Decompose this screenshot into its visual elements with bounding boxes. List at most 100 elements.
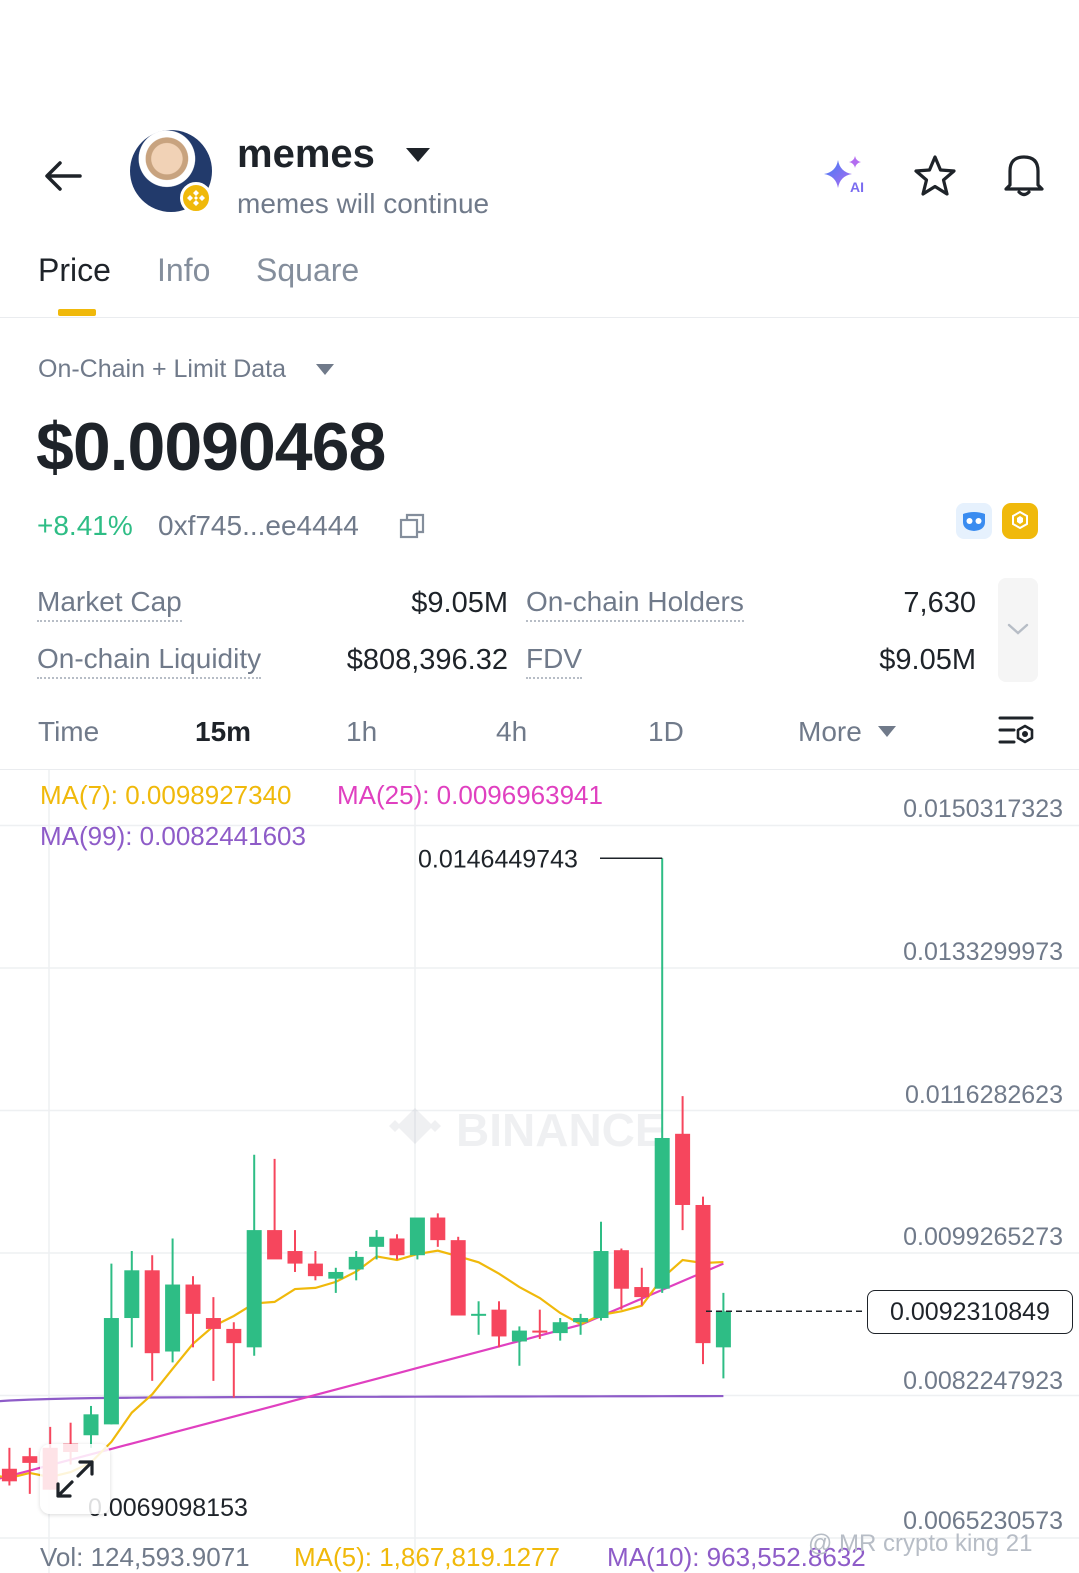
y-axis-tick: 0.0116282623 xyxy=(904,1081,1063,1109)
low-label: 0.0069098153 xyxy=(88,1494,248,1522)
holders-value: 7,630 xyxy=(903,587,976,619)
caret-down-icon[interactable] xyxy=(878,726,896,737)
chevron-down-icon xyxy=(1007,623,1029,635)
market-cap-label[interactable]: Market Cap xyxy=(37,586,182,622)
copy-icon xyxy=(399,513,425,539)
candle xyxy=(634,1287,650,1298)
favorite-button[interactable] xyxy=(909,150,961,202)
price-change: +8.41% xyxy=(37,510,133,541)
candle xyxy=(491,1309,507,1337)
copy-button[interactable] xyxy=(398,512,426,545)
fdv-label[interactable]: FDV xyxy=(526,643,582,679)
candle xyxy=(205,1318,221,1329)
chart-grid xyxy=(0,770,1079,1573)
svg-text:BINANCE: BINANCE xyxy=(456,1104,666,1156)
candle xyxy=(389,1238,405,1256)
interval-1d[interactable]: 1D xyxy=(648,716,684,748)
y-axis-tick: 0.0099265273 xyxy=(903,1223,1063,1251)
active-tab-indicator xyxy=(58,309,96,316)
holders-label[interactable]: On-chain Holders xyxy=(526,586,744,622)
fullscreen-button[interactable] xyxy=(40,1444,110,1514)
candle xyxy=(471,1313,487,1316)
interval-more[interactable]: More xyxy=(798,716,862,748)
candle xyxy=(287,1251,303,1264)
y-axis-tick: 0.0150317323 xyxy=(903,795,1063,823)
high-label: 0.0146449743 xyxy=(418,845,578,873)
candle xyxy=(675,1133,691,1205)
candlestick-chart[interactable]: BINANCE 0.0146449743 0.0069098153 xyxy=(0,770,1079,1573)
candle xyxy=(1,1468,17,1482)
liquidity-label[interactable]: On-chain Liquidity xyxy=(37,643,262,679)
candle xyxy=(226,1328,242,1344)
fdv-value: $9.05M xyxy=(879,644,976,676)
candle xyxy=(409,1217,425,1256)
candle xyxy=(185,1284,201,1314)
bell-icon xyxy=(1004,155,1044,197)
current-price: $0.0090468 xyxy=(36,409,386,485)
bnb-chain-icon[interactable] xyxy=(1002,503,1038,539)
caret-down-icon[interactable] xyxy=(406,148,430,162)
candle xyxy=(532,1330,548,1333)
candle xyxy=(593,1251,609,1319)
tab-price[interactable]: Price xyxy=(38,252,111,289)
arrow-left-icon xyxy=(45,161,82,191)
contract-address[interactable]: 0xf745...ee4444 xyxy=(158,510,359,542)
candle xyxy=(573,1318,589,1323)
tabs-divider xyxy=(0,317,1079,318)
candle xyxy=(450,1240,466,1316)
ai-sparkle-button[interactable]: AI xyxy=(818,150,870,202)
data-source-selector[interactable]: On-Chain + Limit Data xyxy=(38,355,286,384)
candle xyxy=(144,1270,160,1354)
tab-info[interactable]: Info xyxy=(157,252,210,289)
candle xyxy=(103,1318,119,1425)
candle xyxy=(430,1217,446,1241)
token-subtitle: memes will continue xyxy=(237,188,490,219)
candle xyxy=(695,1204,711,1344)
candle xyxy=(613,1250,629,1289)
candle xyxy=(654,1137,670,1289)
current-price-tag: 0.0092310849 xyxy=(867,1290,1073,1334)
bnb-chain-badge-icon xyxy=(180,182,212,214)
back-button[interactable] xyxy=(40,152,88,200)
volume-value: Vol: 124,593.9071 xyxy=(40,1542,250,1572)
candle xyxy=(307,1263,323,1277)
ma99-legend: MA(99): 0.0082441603 xyxy=(40,821,306,851)
candle xyxy=(124,1270,140,1319)
stats-expand-button[interactable] xyxy=(998,578,1038,682)
chart-settings-button[interactable] xyxy=(996,712,1038,757)
candle xyxy=(348,1256,364,1270)
token-title[interactable]: memes xyxy=(237,132,375,177)
y-axis-tick: 0.0133299973 xyxy=(903,938,1063,966)
candle xyxy=(165,1284,181,1352)
svg-text:AI: AI xyxy=(850,179,864,195)
candle xyxy=(715,1311,731,1348)
star-icon xyxy=(914,155,956,196)
y-axis-tick: 0.0082247923 xyxy=(903,1367,1063,1395)
ma7-legend: MA(7): 0.0098927340 xyxy=(40,780,292,810)
candle xyxy=(552,1322,568,1334)
chart-settings-icon xyxy=(998,716,1034,744)
market-cap-value: $9.05M xyxy=(411,587,508,619)
binance-watermark: BINANCE xyxy=(389,1104,666,1156)
interval-1h[interactable]: 1h xyxy=(346,716,377,748)
candle xyxy=(22,1456,38,1463)
security-audit-icon[interactable] xyxy=(956,503,992,539)
candle xyxy=(328,1271,344,1279)
liquidity-value: $808,396.32 xyxy=(346,644,508,676)
interval-15m[interactable]: 15m xyxy=(195,716,251,748)
candle xyxy=(267,1230,283,1260)
caret-down-icon[interactable] xyxy=(316,364,334,375)
ai-sparkle-icon: AI xyxy=(824,156,864,195)
tab-square[interactable]: Square xyxy=(256,252,359,289)
candles xyxy=(1,858,731,1494)
candle xyxy=(369,1236,385,1247)
interval-4h[interactable]: 4h xyxy=(496,716,527,748)
expand-icon xyxy=(56,1460,94,1498)
alert-button[interactable] xyxy=(998,148,1050,200)
time-label: Time xyxy=(38,716,100,747)
ma25-legend: MA(25): 0.0096963941 xyxy=(337,780,603,810)
candle xyxy=(511,1330,527,1342)
candle xyxy=(83,1414,99,1436)
user-watermark: @ MR crypto king 21 xyxy=(808,1530,1033,1557)
volume-ma5: MA(5): 1,867,819.1277 xyxy=(294,1542,560,1572)
